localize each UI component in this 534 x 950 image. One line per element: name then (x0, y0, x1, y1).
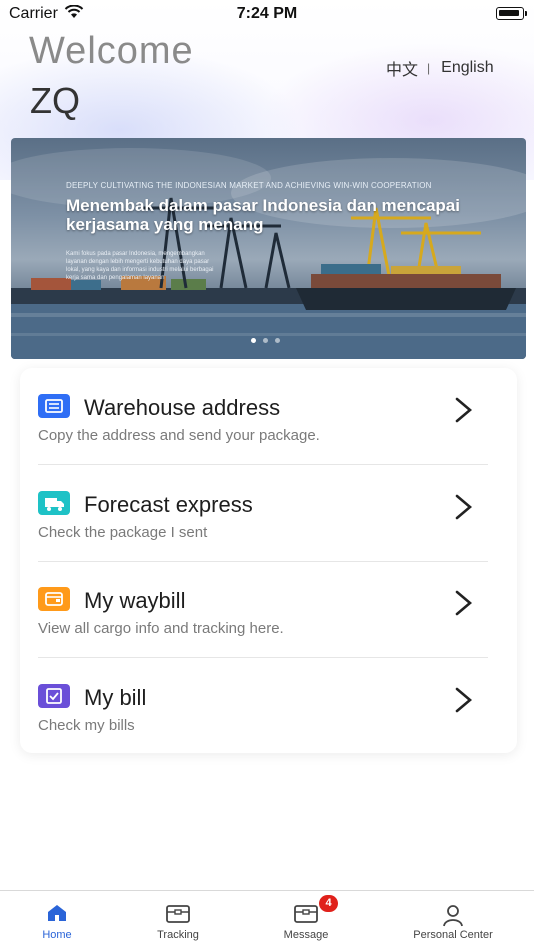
menu-item-my-waybill[interactable]: My waybill View all cargo info and track… (20, 561, 517, 658)
menu-subtitle: Check the package I sent (38, 524, 208, 541)
wallet-icon (38, 587, 70, 611)
promo-banner[interactable]: DEEPLY CULTIVATING THE INDONESIAN MARKET… (11, 138, 526, 359)
tab-personal-center[interactable]: Personal Center (386, 891, 520, 950)
carousel-dots (251, 338, 280, 343)
chevron-right-icon (455, 687, 473, 713)
carousel-dot[interactable] (263, 338, 268, 343)
home-icon (48, 905, 66, 921)
menu-title: Warehouse address (84, 395, 281, 420)
battery-icon (496, 7, 527, 20)
status-bar: Carrier 7:24 PM (0, 0, 534, 28)
language-chinese[interactable]: 中文 (386, 56, 418, 80)
carousel-dot[interactable] (275, 338, 280, 343)
menu-title: My waybill (84, 588, 186, 613)
welcome-text: Welcome (29, 30, 194, 72)
message-icon (294, 905, 318, 923)
language-switch: 中文 | English (386, 56, 494, 80)
menu-subtitle: View all cargo info and tracking here. (38, 620, 284, 637)
banner-body: Kami fokus pada pasar Indonesia, mengemb… (66, 251, 214, 281)
chevron-right-icon (455, 590, 473, 616)
menu-title: Forecast express (84, 492, 253, 517)
tab-label: Personal Center (413, 929, 493, 941)
menu-item-warehouse-address[interactable]: Warehouse address Copy the address and s… (20, 368, 517, 465)
banner-headline: Menembak dalam pasar Indonesia dan menca… (66, 196, 460, 234)
language-english[interactable]: English (441, 59, 493, 77)
message-badge: 4 (319, 895, 338, 912)
status-time: 7:24 PM (236, 5, 298, 22)
port-illustration (11, 148, 526, 359)
chevron-right-icon (455, 397, 473, 423)
menu-subtitle: Copy the address and send your package. (38, 427, 320, 444)
tab-tracking[interactable]: Tracking (111, 891, 245, 950)
username: ZQ (30, 80, 80, 121)
truck-icon (38, 491, 70, 515)
menu-title: My bill (84, 685, 147, 710)
tab-bar: Home Tracking 4 Message Personal Center (0, 890, 534, 950)
menu-subtitle: Check my bills (38, 717, 135, 734)
language-separator: | (427, 61, 431, 75)
tracking-icon (166, 905, 190, 923)
tab-label: Home (42, 929, 72, 941)
person-icon (443, 905, 463, 927)
menu-card: Warehouse address Copy the address and s… (20, 368, 517, 753)
chevron-right-icon (455, 494, 473, 520)
menu-item-my-bill[interactable]: My bill Check my bills (20, 658, 517, 754)
tab-home[interactable]: Home (0, 891, 124, 950)
bill-icon (38, 684, 70, 708)
banner-eyebrow: DEEPLY CULTIVATING THE INDONESIAN MARKET… (66, 181, 432, 190)
tab-message[interactable]: 4 Message (239, 891, 373, 950)
tab-label: Message (283, 929, 329, 941)
warehouse-icon (38, 394, 70, 418)
menu-item-forecast-express[interactable]: Forecast express Check the package I sen… (20, 465, 517, 562)
tab-label: Tracking (157, 929, 199, 941)
carousel-dot[interactable] (251, 338, 256, 343)
